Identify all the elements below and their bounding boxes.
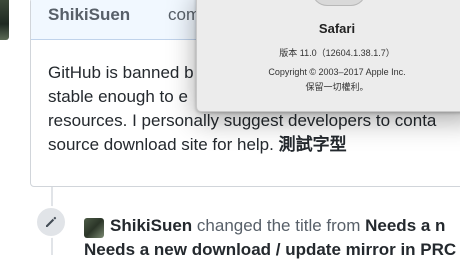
event-old-title: Needs a n (365, 216, 446, 235)
comment-author-link[interactable]: ShikiSuen (48, 5, 130, 25)
event-actor-avatar[interactable] (84, 218, 104, 238)
comment-body-line: resources. I personally suggest develope… (48, 111, 437, 130)
title-change-event: ShikiSuen changed the title from Needs a… (110, 216, 445, 236)
commenter-avatar[interactable] (0, 0, 9, 40)
about-rights: 保留一切權利。 (305, 82, 369, 92)
event-new-title: Needs a new download / update mirror in … (84, 240, 457, 259)
event-action-text: changed the title from (192, 216, 366, 235)
about-app-name: Safari (318, 21, 356, 36)
about-safari-window: Safari 版本 11.0（12604.1.38.1.7） Copyright… (196, 0, 460, 112)
comment-body-text: source download site for help. (48, 135, 279, 154)
event-actor-link[interactable]: ShikiSuen (110, 216, 192, 235)
comment-bold-text: 測試字型 (278, 135, 347, 154)
comment-body-line: source download site for help. 測試字型 (48, 133, 460, 157)
safari-app-icon (312, 0, 366, 6)
timeline-badge (35, 206, 67, 238)
pencil-icon (46, 216, 57, 227)
about-version: 版本 11.0（12604.1.38.1.7） (279, 48, 395, 58)
about-copyright: Copyright © 2003–2017 Apple Inc. (268, 67, 406, 77)
